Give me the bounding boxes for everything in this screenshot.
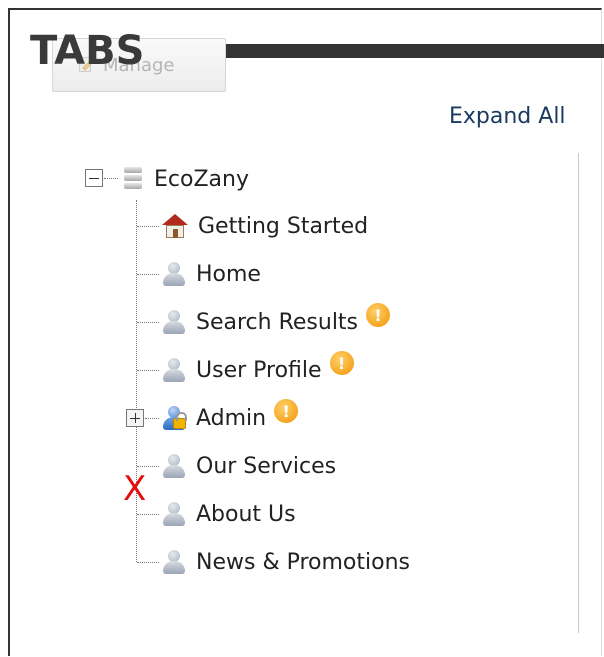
tree-node-label: Search Results [196, 309, 359, 335]
warning-icon: ! [366, 303, 391, 327]
tree-connector [145, 418, 159, 419]
tree-node-label: Admin [196, 405, 267, 431]
tree-node-label: User Profile [196, 357, 322, 383]
home-icon [162, 213, 188, 239]
red-x-annotation: X [123, 469, 147, 509]
collapse-toggle[interactable] [85, 169, 103, 187]
tree-connector [137, 370, 159, 371]
user-icon [162, 501, 186, 527]
tree-node-label: Getting Started [198, 213, 369, 239]
tree-node-news-promotions[interactable]: News & Promotions [162, 547, 410, 577]
expand-toggle[interactable] [126, 409, 144, 427]
tree-connector [137, 466, 159, 467]
tree-connector [137, 322, 159, 323]
user-icon [162, 261, 186, 287]
tree-node-label: About Us [196, 501, 296, 527]
user-icon [162, 357, 186, 383]
tree-connector [104, 178, 118, 179]
user-icon [162, 549, 186, 575]
tree-connector [137, 226, 159, 227]
tree-node-admin[interactable]: Admin ! [162, 399, 299, 433]
admin-user-icon [162, 405, 187, 431]
user-icon [162, 309, 186, 335]
pages-tree: EcoZany Getting Started Home Search Resu… [0, 0, 604, 657]
tree-node-our-services[interactable]: Our Services [162, 451, 336, 481]
tree-node-about-us[interactable]: About Us [162, 499, 296, 529]
tree-node-label: EcoZany [154, 166, 249, 192]
warning-icon: ! [329, 351, 354, 375]
tree-node-label: Home [196, 261, 261, 287]
tree-node-root[interactable]: EcoZany [122, 164, 249, 194]
tree-node-getting-started[interactable]: Getting Started [162, 211, 368, 241]
tree-node-label: News & Promotions [196, 549, 410, 575]
user-icon [162, 453, 186, 479]
warning-icon: ! [274, 399, 299, 423]
database-icon [122, 166, 144, 192]
tree-node-home[interactable]: Home [162, 259, 261, 289]
tree-connector [137, 274, 159, 275]
tree-node-label: Our Services [196, 453, 337, 479]
tree-connector [137, 514, 159, 515]
tree-node-user-profile[interactable]: User Profile ! [162, 351, 354, 385]
tree-connector [137, 562, 159, 563]
tree-node-search-results[interactable]: Search Results ! [162, 303, 391, 337]
page-title: TABS [30, 28, 145, 74]
